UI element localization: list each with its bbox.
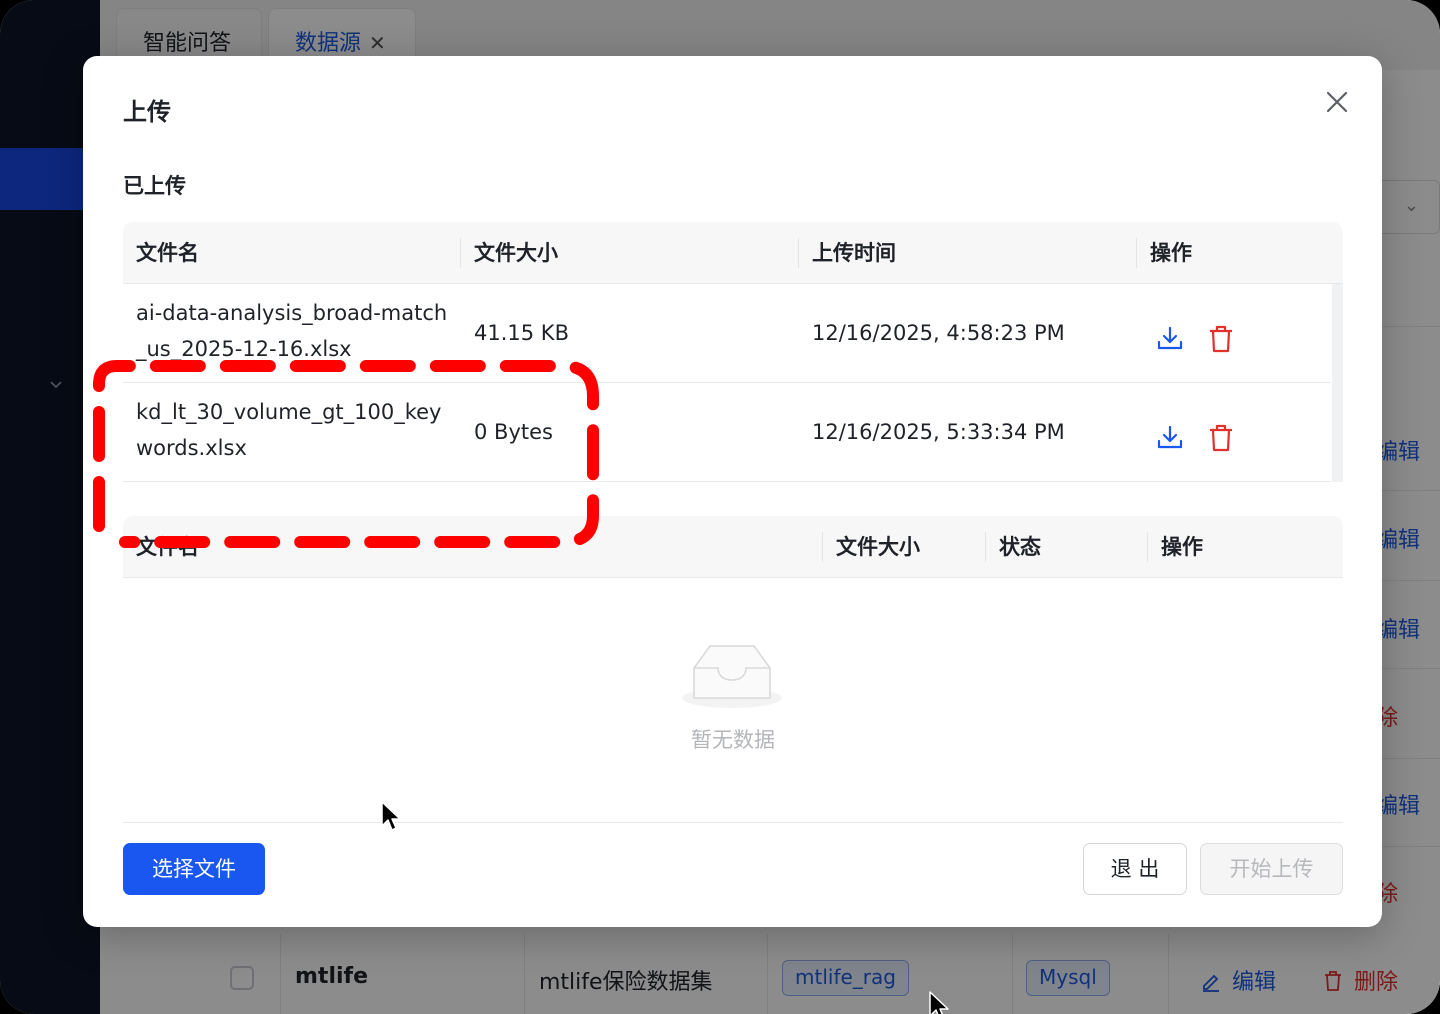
trash-icon[interactable] [1206,423,1236,453]
start-upload-button[interactable]: 开始上传 [1200,843,1343,895]
column-header-time: 上传时间 [812,241,896,265]
uploaded-section-title: 已上传 [123,174,186,198]
empty-inbox-icon [682,645,782,708]
column-header-actions: 操作 [1150,241,1192,265]
trash-icon[interactable] [1206,324,1236,354]
select-file-button[interactable]: 选择文件 [123,843,265,895]
exit-button[interactable]: 退 出 [1083,843,1187,895]
mouse-cursor-icon [381,801,401,831]
mouse-cursor-icon [929,991,949,1014]
upload-time: 12/16/2025, 5:33:34 PM [812,420,1065,444]
column-header-size: 文件大小 [836,535,920,559]
download-icon[interactable] [1155,423,1185,453]
column-header-status: 状态 [999,535,1041,559]
modal-title: 上传 [123,98,171,126]
download-icon[interactable] [1155,324,1185,354]
empty-state-text: 暂无数据 [691,728,775,752]
column-header-filename: 文件名 [136,241,199,265]
file-size: 41.15 KB [474,321,569,345]
dashed-highlight-annotation [93,360,599,548]
table-scrollbar[interactable] [1332,284,1343,482]
footer-divider [123,822,1343,823]
upload-time: 12/16/2025, 4:58:23 PM [812,321,1065,345]
close-icon[interactable] [1321,86,1353,118]
uploaded-table-header: 文件名 文件大小 上传时间 操作 [123,222,1343,284]
column-header-actions: 操作 [1161,535,1203,559]
screen: 智能问答 数据源 ✕ ⌄ 编辑 编辑 编辑 除 编辑 除 mtlife mtlif… [0,0,1440,1014]
column-header-size: 文件大小 [474,241,558,265]
